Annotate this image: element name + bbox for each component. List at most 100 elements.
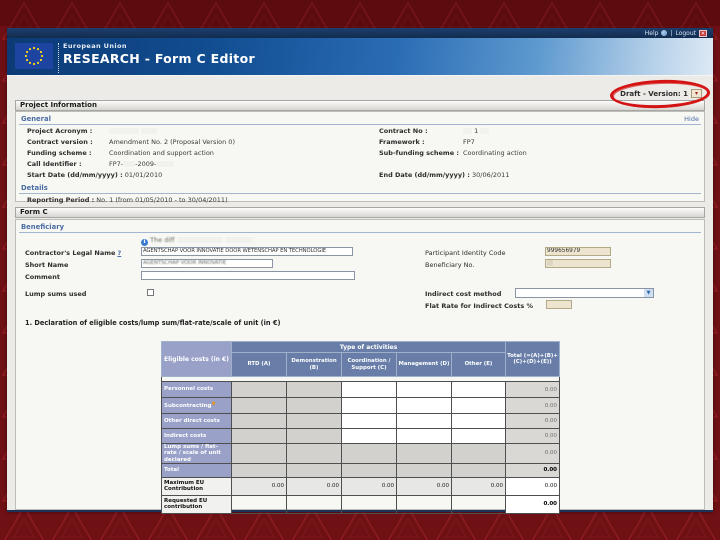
row-total-value: 0.00 (505, 462, 561, 478)
info-note: i The diff (141, 236, 253, 246)
field-label: Framework : (379, 138, 425, 146)
indirect-method-row-label: Indirect cost method (425, 290, 501, 298)
cost-cell-disabled (396, 443, 452, 464)
logout-x-icon[interactable]: ✕ (699, 29, 707, 37)
redacted-value (176, 237, 223, 243)
field-label: Funding scheme : (27, 149, 92, 157)
eu-flag-icon (15, 43, 53, 69)
cost-cell-other-input[interactable] (450, 428, 507, 444)
col-header-type-of-activities: Type of activities (230, 341, 507, 353)
info-icon: i (141, 239, 148, 246)
field-framework: Framework : FP7 (379, 138, 475, 146)
field-label: Contract No : (379, 127, 428, 135)
field-label: Short Name (25, 261, 69, 269)
row-label: Subcontracting✱ (161, 397, 232, 414)
short-name-row-label: Short Name (25, 261, 68, 269)
comment-input[interactable] (141, 271, 355, 280)
cost-cell-mgmt-input[interactable] (396, 428, 452, 444)
field-value-prefix: FP7- (109, 160, 124, 168)
field-value: 30/06/2011 (471, 171, 510, 179)
row-label: Indirect costs (161, 428, 232, 444)
field-reporting-period: Reporting Period : No. 1 (from 01/05/201… (27, 196, 228, 204)
row-label: Maximum EU Contribution (161, 476, 232, 496)
col-header-total: Total (=(A)+(B)+(C)+(D)+(E)) (505, 341, 561, 377)
hide-link[interactable]: Hide (684, 115, 699, 123)
max-eu-coord-value: 0.00 (341, 476, 397, 496)
field-project-acronym: Project Acronym : (27, 127, 158, 135)
field-value: Amendment No. 2 (Proposal Version 0) (109, 138, 235, 146)
table-row-other-direct: Other direct costs 0.00 (161, 413, 561, 429)
col-header-other: Other (E) (450, 352, 507, 377)
max-eu-other-value: 0.00 (450, 476, 507, 496)
field-start-date: Start Date (dd/mm/yyyy) : 01/01/2010 (27, 171, 162, 179)
cost-cell-disabled (450, 443, 507, 464)
table-row-max-eu-contribution: Maximum EU Contribution 0.00 0.00 0.00 0… (161, 476, 561, 496)
cost-cell-rtd-disabled (231, 381, 287, 398)
legal-name-row-label: Contractor's Legal Name ? (25, 249, 121, 257)
cost-cell-coord-input[interactable] (341, 397, 397, 414)
participant-identity-code-field: 999656979 (545, 247, 611, 256)
empty-cell (286, 494, 342, 514)
max-eu-mgmt-value: 0.00 (396, 476, 452, 496)
row-label: Total (161, 462, 232, 478)
cost-cell-disabled (341, 443, 397, 464)
cost-cell-mgmt-input[interactable] (396, 413, 452, 429)
flat-rate-input[interactable] (546, 300, 572, 309)
short-name-input[interactable]: AGENTSCHAP VOOR INNOVATIE (141, 259, 273, 268)
cost-cell-coord-input[interactable] (341, 413, 397, 429)
window-top-bar: Help | Logout ✕ (7, 28, 713, 38)
flat-rate-row-label: Flat Rate for Indirect Costs % (425, 302, 533, 310)
select-arrow-icon[interactable]: ▼ (644, 289, 653, 297)
redacted-value (480, 128, 490, 134)
pic-row-label: Participant Identity Code (425, 249, 505, 257)
declaration-title: 1. Declaration of eligible costs/lump su… (25, 319, 281, 327)
field-label: Indirect cost method (425, 290, 502, 298)
lump-sums-checkbox[interactable] (147, 289, 154, 296)
cost-cell-other-input[interactable] (450, 381, 507, 398)
field-label: Flat Rate for Indirect Costs % (425, 302, 533, 310)
section-header-form-c: Form C (15, 207, 705, 218)
page-title: RESEARCH - Form C Editor (63, 51, 255, 66)
help-question-icon[interactable]: ? (117, 249, 121, 257)
field-value-mid: -2009- (135, 160, 157, 168)
row-total-value: 0.00 (505, 397, 561, 414)
cost-cell-disabled (286, 462, 342, 478)
cost-cell-rtd-disabled (231, 413, 287, 429)
redacted-value (224, 237, 253, 243)
field-label: Contract version : (27, 138, 93, 146)
row-total-value: 0.00 (505, 494, 561, 514)
table-row-indirect: Indirect costs 0.00 (161, 428, 561, 444)
field-label: Project Acronym : (27, 127, 93, 135)
cost-cell-other-input[interactable] (450, 397, 507, 414)
field-label: End Date (dd/mm/yyyy) : (379, 171, 470, 179)
indirect-method-select[interactable]: ▼ (515, 288, 654, 298)
field-value: Coordination and support action (109, 149, 214, 157)
cost-cell-mgmt-input[interactable] (396, 381, 452, 398)
field-label: Sub-funding scheme : (379, 149, 459, 157)
cost-cell-other-input[interactable] (450, 413, 507, 429)
logout-link[interactable]: Logout (675, 30, 696, 37)
cost-cell-rtd-disabled (231, 428, 287, 444)
field-value: 01/01/2010 (124, 171, 163, 179)
row-label: Other direct costs (161, 413, 232, 429)
redacted-value (109, 128, 139, 134)
lump-sums-row-label: Lump sums used (25, 290, 86, 298)
beneficiary-no-row-label: Beneficiary No. (425, 261, 474, 269)
help-link[interactable]: Help (645, 30, 659, 37)
row-total-value: 0.00 (505, 443, 561, 464)
legal-name-input[interactable]: AGENTSCHAP VOOR INNOVATIE DOOR WETENSCHA… (141, 247, 353, 256)
warning-icon: ✱ (211, 400, 216, 407)
field-value: Coordinating action (463, 149, 527, 157)
cost-cell-coord-input[interactable] (341, 381, 397, 398)
cost-cell-disabled (231, 443, 287, 464)
field-label: Call Identifier : (27, 160, 82, 168)
row-label-text: Subcontracting (164, 402, 212, 409)
empty-cell (396, 494, 452, 514)
beneficiary-label: Beneficiary (21, 223, 65, 231)
cost-cell-coord-input[interactable] (341, 428, 397, 444)
row-total-value: 0.00 (505, 381, 561, 398)
field-contract-no: Contract No : 1 (379, 127, 490, 135)
cost-cell-mgmt-input[interactable] (396, 397, 452, 414)
row-label: Lump sums / flat-rate / scale of unit de… (161, 443, 232, 464)
empty-cell (231, 494, 287, 514)
